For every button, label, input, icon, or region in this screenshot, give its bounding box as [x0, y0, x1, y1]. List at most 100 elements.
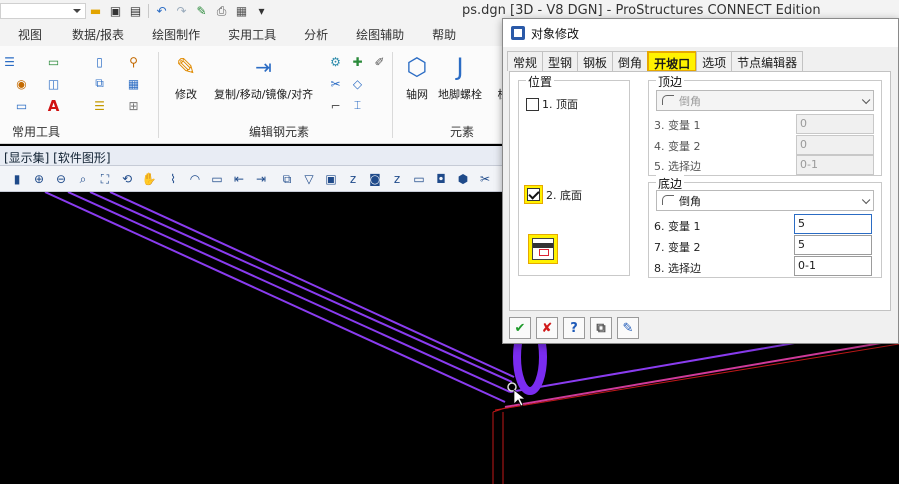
clip-volume-icon[interactable]: ▭	[410, 170, 428, 188]
tab-general[interactable]: 常规	[507, 51, 544, 71]
tab-drawing-aids[interactable]: 绘图辅助	[356, 26, 404, 43]
print-icon[interactable]: ⎙	[214, 4, 229, 19]
top-var1-input[interactable]: 0	[796, 114, 874, 134]
previous-arrow-icon[interactable]: ⇤	[230, 170, 248, 188]
bottom-var1-input[interactable]: 5	[794, 214, 872, 234]
view-title-bar: [显示集] [软件图形]	[0, 146, 505, 166]
grid-tool-icon[interactable]: ▦	[126, 76, 141, 91]
selection-icon[interactable]: ☰	[2, 54, 17, 69]
tab-drawing[interactable]: 绘图制作	[152, 26, 200, 43]
tab-shape[interactable]: 型钢	[542, 51, 579, 71]
bottom-var2-label: 7. 变量 2	[654, 241, 701, 254]
tab-help[interactable]: 帮助	[432, 26, 456, 43]
save-as-icon[interactable]: ▤	[128, 4, 143, 19]
rectangle-icon[interactable]: ▭	[14, 98, 29, 113]
drill-icon[interactable]: ⌐	[328, 98, 343, 113]
previous-view-icon[interactable]: ▭	[208, 170, 226, 188]
stack-icon[interactable]: ☰	[92, 98, 107, 113]
tools-icon[interactable]: ✂	[476, 170, 494, 188]
find-icon[interactable]: ⚲	[126, 54, 141, 69]
palette-icon[interactable]: ◉	[14, 76, 29, 91]
walk-icon[interactable]: ⌇	[164, 170, 182, 188]
render-icon[interactable]: ◙	[366, 170, 384, 188]
shape-icon[interactable]: ◇	[350, 76, 365, 91]
tab-analysis[interactable]: 分析	[304, 26, 328, 43]
tab-view[interactable]: 视图	[18, 26, 42, 43]
zoom-in-icon[interactable]: ⊕	[30, 170, 48, 188]
grid-cube-icon: ⬡	[406, 53, 428, 81]
tab-utilities[interactable]: 实用工具	[228, 26, 276, 43]
group-label-elements: 元素	[450, 125, 475, 139]
layer-icon[interactable]: ▭	[46, 54, 61, 69]
document-icon[interactable]: ▯	[92, 54, 107, 69]
copy-view-icon[interactable]: ⧉	[278, 170, 296, 188]
help-icon[interactable]: ?	[563, 317, 585, 339]
zoom-out-icon[interactable]: ⊖	[52, 170, 70, 188]
redo-icon[interactable]: ↷	[174, 4, 189, 19]
top-face-option[interactable]: 1. 顶面	[526, 96, 578, 112]
top-var2-input[interactable]: 0	[796, 135, 874, 155]
bottom-face-option[interactable]: 2. 底面	[524, 185, 582, 204]
properties-icon[interactable]: ▦	[234, 4, 249, 19]
dialog-tabs: 常规 型钢 钢板 倒角 开坡口 选项 节点编辑器	[507, 51, 804, 72]
view-toolbar: ▮ ⊕ ⊖ ⌕ ⛶ ⟲ ✋ ⌇ ◠ ▭ ⇤ ⇥ ⧉ ▽ ▣ z ◙ z ▭ ◘ …	[0, 166, 505, 192]
ok-check-icon[interactable]: ✔	[509, 317, 531, 339]
cut-icon[interactable]: ✂	[328, 76, 343, 91]
add-icon[interactable]: ✚	[350, 54, 365, 69]
z-depth-icon[interactable]: z	[344, 170, 362, 188]
align-icon[interactable]: ⌶	[350, 98, 365, 113]
tab-bevel[interactable]: 开坡口	[647, 51, 698, 72]
bottom-var2-input[interactable]: 5	[794, 235, 872, 255]
bottom-edge-select-input[interactable]: 0-1	[794, 256, 872, 276]
folder-icon[interactable]: ▬	[88, 4, 103, 19]
tab-plate[interactable]: 钢板	[577, 51, 614, 71]
z-clip-icon[interactable]: z	[388, 170, 406, 188]
copy-move-button[interactable]: ⇥ 复制/移动/镜像/对齐	[214, 52, 313, 102]
draw-icon[interactable]: ✐	[372, 54, 387, 69]
level-icon[interactable]: ◫	[46, 76, 61, 91]
workflow-dropdown[interactable]	[0, 3, 86, 19]
view-display-icon[interactable]: ▽	[300, 170, 318, 188]
window-area-icon[interactable]: ⌕	[74, 170, 92, 188]
tab-options[interactable]: 选项	[696, 51, 733, 71]
bottom-edge-select-label: 8. 选择边	[654, 262, 701, 275]
pencil-icon: ✎	[175, 53, 197, 81]
anchor-bolt-icon: J	[456, 53, 464, 81]
cube-icon[interactable]: ⬢	[454, 170, 472, 188]
copy-settings-icon[interactable]: ⧉	[590, 317, 612, 339]
tab-node-editor[interactable]: 节点编辑器	[731, 51, 804, 71]
next-arrow-icon[interactable]: ⇥	[252, 170, 270, 188]
top-face-checkbox[interactable]	[526, 97, 539, 111]
brush-icon[interactable]: ▮	[8, 170, 26, 188]
save-icon[interactable]: ▣	[108, 4, 123, 19]
camera-icon[interactable]: ◘	[432, 170, 450, 188]
chamfer-icon	[662, 95, 674, 105]
bottom-edge-type-select[interactable]: 倒角	[656, 190, 874, 211]
top-edge-select-input[interactable]: 0-1	[796, 155, 874, 175]
section-preview-icon[interactable]	[528, 234, 558, 264]
tree-icon[interactable]: ⊞	[126, 98, 141, 113]
anchor-bolt-button[interactable]: J 地脚螺栓	[438, 52, 482, 102]
pan-icon[interactable]: ✋	[140, 170, 158, 188]
display-style-icon[interactable]: ▣	[322, 170, 340, 188]
dialog-title-bar[interactable]: 对象修改	[503, 19, 898, 47]
fit-view-icon[interactable]: ⛶	[96, 170, 114, 188]
modify-button[interactable]: ✎ 修改	[171, 52, 201, 102]
top-face-label: 1. 顶面	[542, 98, 578, 111]
edit-icon[interactable]: ✎	[617, 317, 639, 339]
window-title: ps.dgn [3D - V8 DGN] - ProStructures CON…	[462, 3, 821, 18]
bottom-face-checkbox[interactable]	[527, 188, 540, 201]
connect-icon[interactable]: ⚙	[328, 54, 343, 69]
axis-grid-button[interactable]: ⬡ 轴网	[402, 52, 432, 102]
tab-data-report[interactable]: 数据/报表	[72, 26, 124, 43]
pin-icon[interactable]: ✎	[194, 4, 209, 19]
more-icon[interactable]: ▾	[254, 4, 269, 19]
fly-icon[interactable]: ◠	[186, 170, 204, 188]
cancel-x-icon[interactable]: ✘	[536, 317, 558, 339]
undo-icon[interactable]: ↶	[154, 4, 169, 19]
text-icon[interactable]: A	[46, 97, 61, 115]
top-edge-type-select[interactable]: 倒角	[656, 90, 874, 111]
rotate-view-icon[interactable]: ⟲	[118, 170, 136, 188]
copy-doc-icon[interactable]: ⧉	[92, 76, 107, 91]
tab-chamfer[interactable]: 倒角	[612, 51, 649, 71]
